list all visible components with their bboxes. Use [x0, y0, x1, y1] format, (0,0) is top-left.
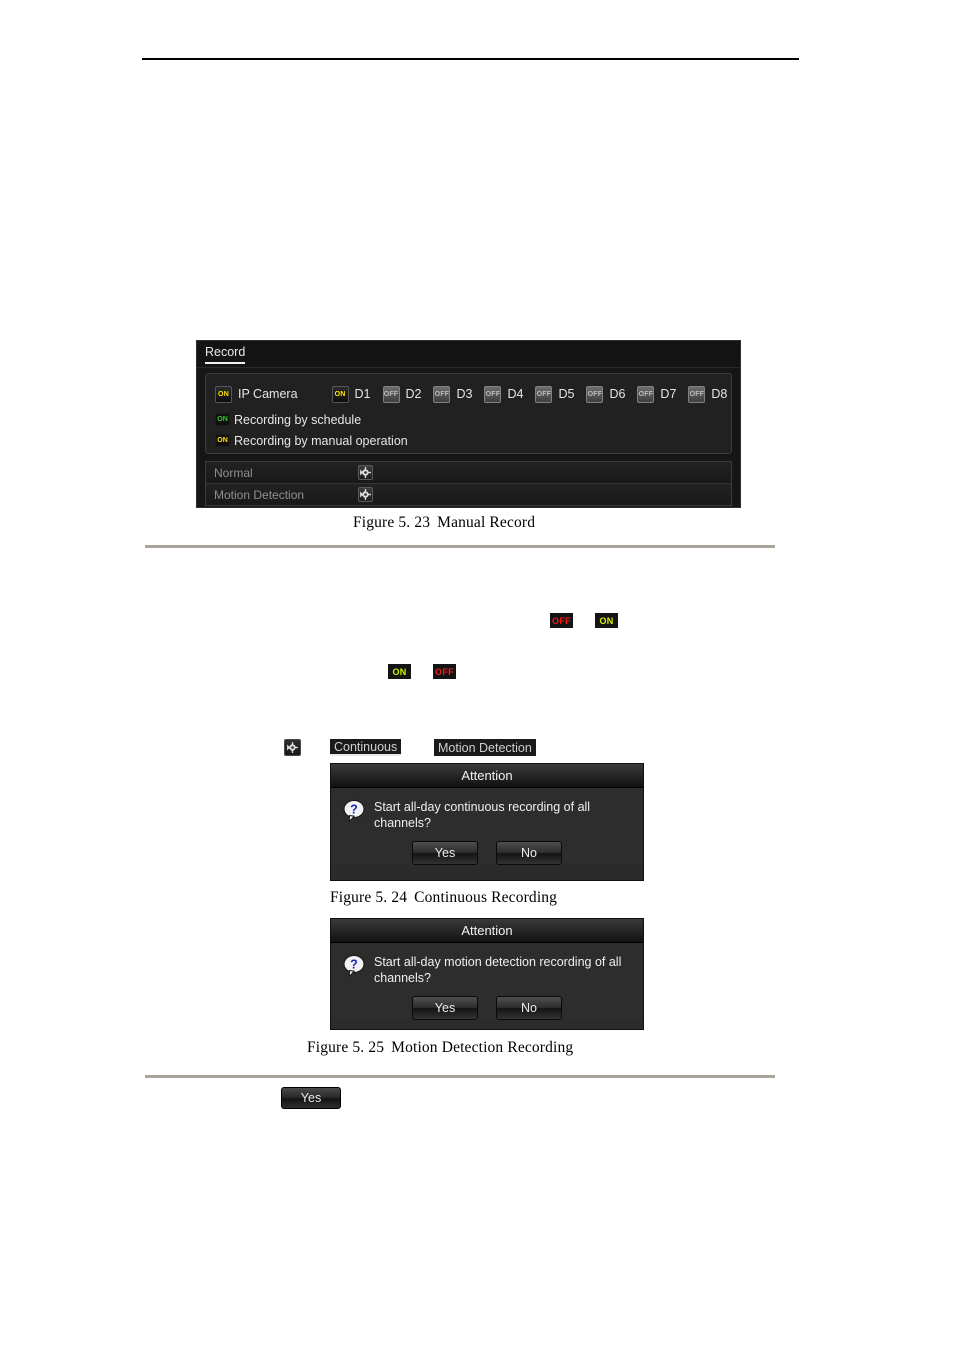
inline-button-yes: Yes	[281, 1087, 341, 1109]
record-panel-tabbar: Record	[197, 341, 740, 368]
record-type-normal-label: Normal	[214, 465, 253, 480]
figure-524-title: Continuous Recording	[414, 889, 558, 906]
figure-caption-524: Figure 5. 24 Continuous Recording	[330, 889, 557, 907]
figure-525-title: Motion Detection Recording	[391, 1039, 574, 1056]
gear-icon[interactable]	[358, 487, 373, 502]
channel-d7-toggle[interactable]: OFF	[637, 385, 655, 403]
yes-button[interactable]: Yes	[412, 841, 478, 865]
dialog-title-continuous: Attention	[331, 764, 643, 788]
inline-button-motion-detection: Motion Detection	[434, 739, 536, 756]
channel-d3-label: D3	[456, 387, 473, 401]
channel-toggle-row: ON IP Camera ON D1 OFF D2 OFF D3 OFF D4 …	[215, 384, 727, 404]
dialog-message-motion: Start all-day motion detection recording…	[374, 955, 622, 985]
gear-icon	[284, 739, 301, 756]
legend-recording-by-manual-operation: ON Recording by manual operation	[215, 433, 408, 448]
question-icon: ?	[343, 954, 365, 978]
channel-d8: OFF D8	[688, 384, 727, 404]
dialog-body-motion: ? Start all-day motion detection recordi…	[331, 943, 643, 986]
figure-524-number: Figure 5. 24	[330, 889, 408, 906]
legend-recording-by-schedule: ON Recording by schedule	[215, 412, 361, 427]
ip-camera-toggle[interactable]: ON	[215, 385, 232, 403]
gear-icon[interactable]	[358, 465, 373, 480]
record-settings-panel: Record ON IP Camera ON D1 OFF D2 OFF D3 …	[196, 340, 741, 508]
attention-dialog-continuous: Attention ? Start all-day continuous rec…	[330, 763, 644, 881]
section-divider-after-figure-525	[145, 1075, 775, 1078]
svg-text:?: ?	[350, 803, 358, 817]
no-button[interactable]: No	[496, 841, 562, 865]
section-divider-after-figure-523	[145, 545, 775, 548]
dialog-buttons-motion: Yes No	[331, 986, 643, 1020]
channel-d2-toggle[interactable]: OFF	[382, 385, 400, 403]
channel-d1: ON D1	[331, 384, 371, 404]
inline-badge-off-1: OFF	[550, 613, 573, 628]
inline-badge-on-2: ON	[388, 664, 411, 679]
inline-badge-off-2: OFF	[433, 664, 456, 679]
channel-d4-toggle[interactable]: OFF	[484, 385, 502, 403]
channel-d2: OFF D2	[382, 384, 422, 404]
header-rule	[142, 58, 799, 60]
record-type-motion-detection-label: Motion Detection	[214, 487, 305, 502]
channel-d1-toggle[interactable]: ON	[331, 385, 349, 403]
attention-dialog-motion-detection: Attention ? Start all-day motion detecti…	[330, 918, 644, 1030]
ip-camera-label: IP Camera	[238, 387, 298, 401]
legend-schedule-badge: ON	[215, 413, 230, 427]
channel-d3-toggle[interactable]: OFF	[433, 385, 451, 403]
legend-manual-badge: ON	[215, 434, 230, 448]
record-channel-group: ON IP Camera ON D1 OFF D2 OFF D3 OFF D4 …	[205, 373, 732, 454]
channel-d6-label: D6	[609, 387, 626, 401]
channel-d6: OFF D6	[586, 384, 625, 404]
tab-record[interactable]: Record	[205, 345, 246, 364]
channel-d6-toggle[interactable]: OFF	[586, 385, 604, 403]
record-type-list: Normal Motion Detection	[205, 461, 732, 506]
channel-d2-label: D2	[405, 387, 422, 401]
legend-manual-text: Recording by manual operation	[234, 433, 408, 448]
figure-523-title: Manual Record	[437, 514, 536, 531]
dialog-title-motion: Attention	[331, 919, 643, 943]
channel-d7-label: D7	[660, 387, 677, 401]
dialog-message-continuous: Start all-day continuous recording of al…	[374, 800, 591, 830]
dialog-body-continuous: ? Start all-day continuous recording of …	[331, 788, 643, 831]
record-type-row-normal[interactable]: Normal	[206, 462, 731, 484]
channel-d5-toggle[interactable]: OFF	[535, 385, 553, 403]
channel-d1-label: D1	[354, 387, 371, 401]
dialog-buttons-continuous: Yes No	[331, 831, 643, 865]
yes-button[interactable]: Yes	[412, 996, 478, 1020]
inline-button-continuous: Continuous	[330, 739, 402, 756]
ip-camera-group: ON IP Camera	[215, 384, 298, 404]
channel-d5: OFF D5	[535, 384, 574, 404]
channel-d4-label: D4	[507, 387, 524, 401]
figure-caption-523: Figure 5. 23 Manual Record	[353, 514, 535, 532]
channel-d3: OFF D3	[433, 384, 472, 404]
figure-caption-525: Figure 5. 25 Motion Detection Recording	[307, 1039, 573, 1057]
channel-d8-toggle[interactable]: OFF	[688, 385, 706, 403]
channel-d5-label: D5	[558, 387, 575, 401]
no-button[interactable]: No	[496, 996, 562, 1020]
record-type-row-motion-detection[interactable]: Motion Detection	[206, 484, 731, 505]
channel-d4: OFF D4	[484, 384, 523, 404]
inline-badge-on-1: ON	[595, 613, 618, 628]
figure-525-number: Figure 5. 25	[307, 1039, 385, 1056]
channel-d7: OFF D7	[637, 384, 676, 404]
question-icon: ?	[343, 799, 365, 823]
legend-schedule-text: Recording by schedule	[234, 412, 362, 427]
svg-text:?: ?	[350, 958, 358, 972]
figure-523-number: Figure 5. 23	[353, 514, 431, 531]
channel-d8-label: D8	[711, 387, 728, 401]
